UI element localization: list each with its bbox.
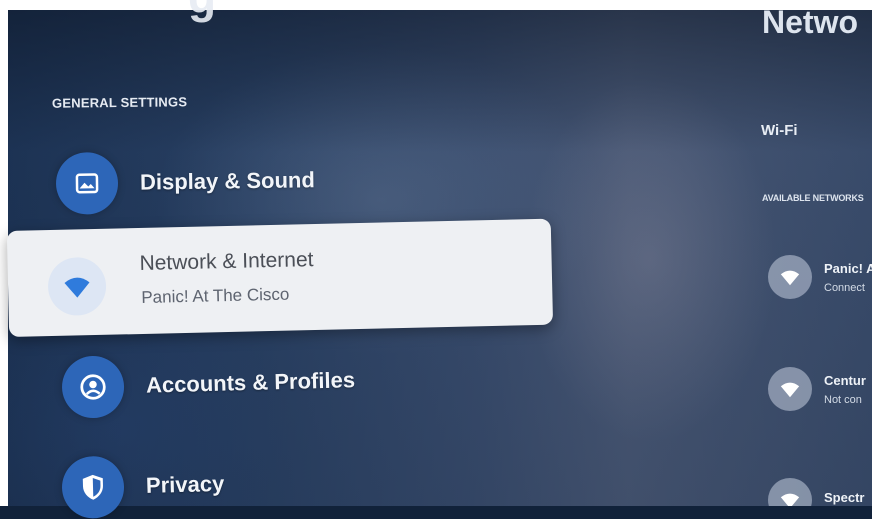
menu-item-label: Accounts & Profiles — [145, 367, 356, 398]
top-strip — [8, 0, 872, 10]
wifi-icon — [768, 478, 812, 506]
page-title-fragment: g — [188, 0, 216, 24]
shield-icon — [61, 455, 125, 519]
network-name: Spectr — [824, 489, 865, 505]
wifi-icon — [768, 367, 812, 411]
menu-item-display-sound[interactable]: Display & Sound — [55, 149, 316, 215]
network-item[interactable]: Panic! A Connect — [768, 255, 872, 299]
available-networks-header: AVAILABLE NETWORKS — [762, 193, 864, 203]
image-icon — [55, 151, 119, 215]
network-status: Not con — [824, 393, 862, 406]
network-name: Panic! A — [824, 260, 872, 276]
network-name: Centur — [824, 372, 866, 388]
menu-item-label: Privacy — [145, 470, 225, 498]
section-header-general-settings: GENERAL SETTINGS — [51, 94, 188, 111]
account-icon — [61, 355, 125, 419]
menu-item-accounts-profiles[interactable]: Accounts & Profiles — [61, 349, 356, 419]
panel-title: Netwo — [762, 4, 858, 40]
network-panel: Netwo Wi-Fi AVAILABLE NETWORKS Panic! A … — [752, 0, 872, 506]
network-item[interactable]: Centur Not con — [768, 367, 866, 411]
network-item[interactable]: Spectr — [768, 478, 864, 506]
menu-item-label: Network & Internet — [139, 248, 314, 276]
wifi-icon — [768, 255, 812, 299]
network-status: Connect — [824, 281, 865, 294]
menu-item-subtitle: Panic! At The Cisco — [141, 284, 290, 307]
wifi-toggle-label[interactable]: Wi-Fi — [761, 122, 798, 139]
menu-item-label: Display & Sound — [139, 167, 315, 195]
menu-item-network-internet[interactable]: Network & Internet Panic! At The Cisco — [6, 218, 554, 337]
menu-item-privacy[interactable]: Privacy — [61, 453, 225, 519]
wifi-icon — [47, 256, 107, 317]
